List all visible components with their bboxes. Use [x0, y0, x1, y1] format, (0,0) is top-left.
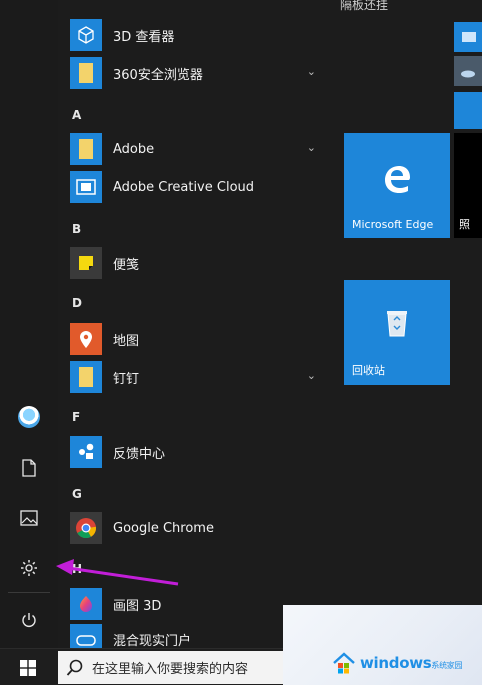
app-360-browser-folder[interactable]: 360安全浏览器 ⌄ — [70, 56, 332, 90]
chevron-down-icon[interactable]: ⌄ — [307, 65, 316, 78]
edge-icon — [385, 166, 410, 193]
annotation-arrow — [56, 559, 179, 586]
chevron-down-icon[interactable]: ⌄ — [307, 369, 316, 382]
folder-icon — [70, 361, 102, 393]
feedback-hub-icon — [70, 436, 102, 468]
weather-cloud-icon — [461, 70, 475, 78]
app-maps[interactable]: 地图 — [70, 322, 332, 356]
app-label: 钉钉 — [113, 371, 140, 387]
documents-button[interactable] — [10, 449, 48, 487]
app-label: 便笺 — [113, 257, 140, 273]
app-3d-viewer[interactable]: 3D 查看器 — [70, 18, 332, 52]
partial-tile-2[interactable] — [454, 56, 482, 86]
letter-header-b[interactable]: B — [72, 222, 81, 236]
app-label: 地图 — [113, 333, 140, 349]
letter-header-a[interactable]: A — [72, 108, 81, 122]
start-button[interactable] — [0, 649, 56, 685]
paint3d-icon — [70, 588, 102, 620]
chevron-down-icon[interactable]: ⌄ — [307, 141, 316, 154]
partial-tile-photos[interactable]: 照 — [454, 133, 482, 238]
settings-button[interactable] — [10, 549, 48, 587]
document-icon — [22, 459, 36, 477]
tile-microsoft-edge[interactable]: Microsoft Edge — [344, 133, 450, 238]
app-label: 混合现实门户 — [113, 634, 192, 648]
app-label: 画图 3D — [113, 598, 162, 614]
letter-header-d[interactable]: D — [72, 296, 82, 310]
tile-recycle-bin[interactable]: 回收站 — [344, 280, 450, 385]
app-dingtalk-folder[interactable]: 钉钉 ⌄ — [70, 360, 332, 394]
cube-3d-icon — [70, 19, 102, 51]
watermark-subtext: 系统家园 — [431, 661, 463, 670]
app-adobe-folder[interactable]: Adobe ⌄ — [70, 132, 332, 166]
search-icon — [66, 659, 83, 676]
gear-icon — [21, 560, 37, 576]
mail-icon — [462, 32, 476, 42]
recycle-bin-icon — [387, 311, 407, 337]
folder-icon — [70, 57, 102, 89]
tile-label: Microsoft Edge — [352, 218, 434, 231]
windows-logo-icon — [20, 659, 36, 676]
app-label: Adobe — [113, 141, 155, 157]
pictures-icon — [20, 510, 38, 526]
user-avatar-button[interactable] — [10, 398, 48, 436]
app-sticky-notes[interactable]: 便笺 — [70, 246, 332, 280]
partial-tile-1[interactable] — [454, 22, 482, 52]
app-label: 360安全浏览器 — [113, 67, 203, 83]
mixed-reality-icon — [70, 624, 102, 648]
pinned-tiles: 照 Microsoft Edge 回收站 — [332, 0, 482, 648]
app-label: 3D 查看器 — [113, 29, 175, 45]
watermark-text: windows — [360, 654, 432, 672]
watermark-house-icon — [333, 652, 355, 674]
app-google-chrome[interactable]: Google Chrome — [70, 511, 332, 545]
taskbar-search-box[interactable]: 在这里输入你要搜索的内容 — [58, 651, 290, 684]
chrome-icon — [70, 512, 102, 544]
folder-icon — [70, 133, 102, 165]
search-placeholder: 在这里输入你要搜索的内容 — [92, 662, 249, 677]
app-label: 反馈中心 — [113, 446, 166, 462]
power-button[interactable] — [10, 601, 48, 639]
adobe-cc-icon — [70, 171, 102, 203]
user-avatar-icon — [18, 406, 40, 428]
watermark-logo: windows系统家园 — [332, 648, 480, 678]
app-label: Google Chrome — [113, 520, 214, 536]
pictures-button[interactable] — [10, 499, 48, 537]
partial-tile-3[interactable] — [454, 92, 482, 129]
rail-divider — [8, 592, 50, 593]
map-pin-icon — [70, 323, 102, 355]
partial-tile-label: 照 — [459, 218, 470, 231]
app-adobe-creative-cloud[interactable]: Adobe Creative Cloud — [70, 170, 332, 204]
tile-label: 回收站 — [352, 364, 385, 377]
app-label: Adobe Creative Cloud — [113, 179, 255, 195]
sticky-note-icon — [70, 247, 102, 279]
letter-header-f[interactable]: F — [72, 410, 80, 424]
letter-header-g[interactable]: G — [72, 487, 82, 501]
app-feedback-hub[interactable]: 反馈中心 — [70, 435, 332, 469]
power-icon — [22, 613, 36, 627]
